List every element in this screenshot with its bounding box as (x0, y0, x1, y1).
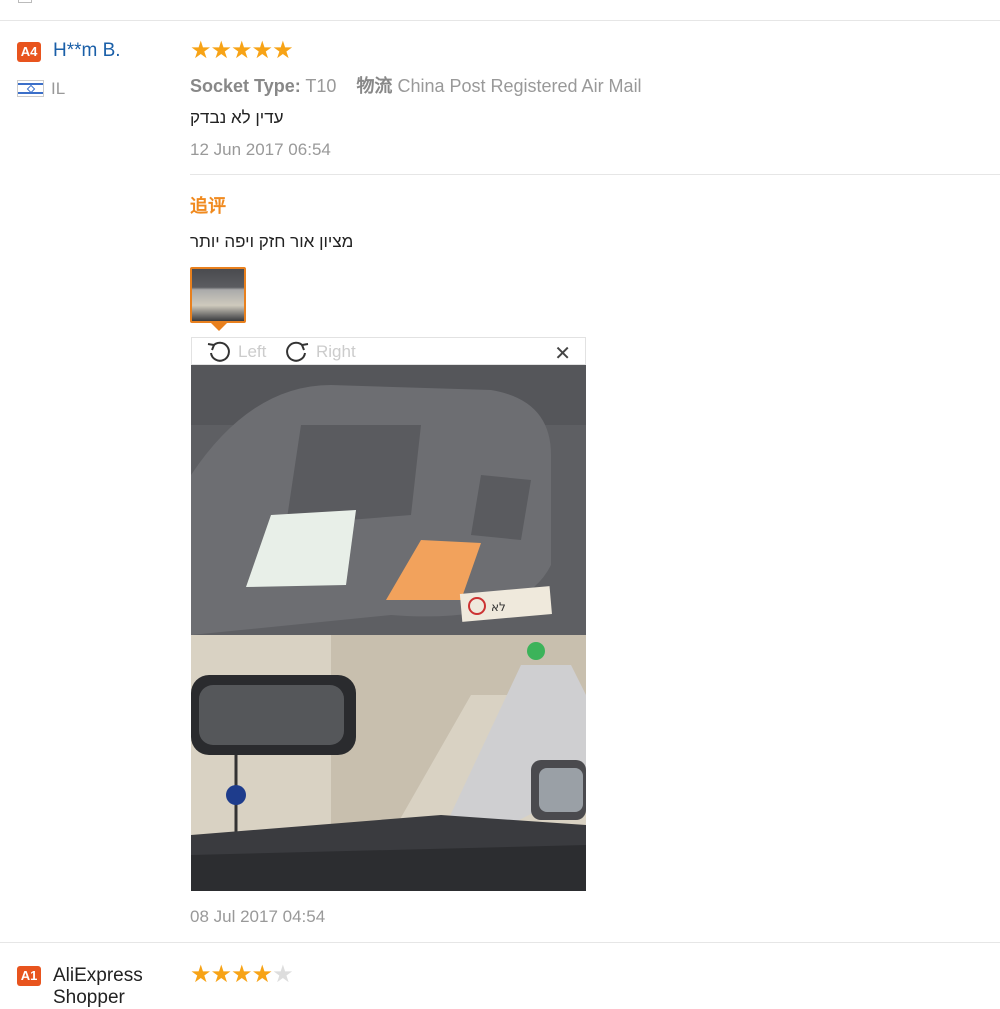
rating-stars: ★★★★★ (190, 37, 294, 64)
rotate-right-icon[interactable] (284, 338, 310, 364)
shipping-label: 物流 (356, 76, 393, 96)
star-icon: ★ (251, 961, 273, 988)
star-icon: ★ (190, 37, 211, 64)
followup-text: מציון אור חזק ויפה יותר (190, 232, 354, 251)
reviewer-country: IL (51, 79, 66, 98)
star-icon: ★ (210, 961, 232, 988)
star-icon: ★ (210, 37, 232, 64)
review-photo-thumbnail[interactable] (190, 267, 246, 323)
star-icon: ★ (231, 961, 252, 988)
divider-top (0, 20, 1000, 21)
israel-flag-icon (17, 80, 44, 97)
order-info: Socket Type: T10 物流 China Post Registere… (190, 72, 642, 98)
buyer-level-badge: A4 (17, 42, 41, 62)
star-icon: ★ (272, 961, 293, 988)
rotate-left-icon[interactable] (206, 338, 232, 364)
reviewer-name[interactable]: H**m B. (53, 40, 121, 62)
image-viewer-toolbar: Left Right ✕ (191, 337, 586, 365)
divider-followup (190, 174, 1000, 175)
socket-type-label: Socket Type: (190, 76, 301, 96)
rotate-left-button[interactable]: Left (238, 342, 266, 362)
previous-review-icon (18, 0, 32, 3)
reviewer-name: AliExpress Shopper (53, 965, 143, 1008)
rating-stars: ★★★★★ (190, 961, 294, 988)
close-icon[interactable]: ✕ (554, 341, 571, 366)
socket-type-value: T10 (305, 76, 337, 96)
review-date: 12 Jun 2017 06:54 (190, 140, 331, 159)
star-icon: ★ (251, 37, 273, 64)
divider-review (0, 942, 1000, 943)
review-photo-large: לא (191, 365, 586, 891)
buyer-level-badge: A1 (17, 966, 41, 986)
star-icon: ★ (272, 37, 293, 64)
sticker-text: לא (491, 600, 506, 614)
star-icon: ★ (231, 37, 252, 64)
followup-date: 08 Jul 2017 04:54 (190, 907, 326, 926)
followup-label: 追评 (190, 196, 226, 216)
thumbnail-pointer (211, 323, 227, 331)
shipping-value: China Post Registered Air Mail (397, 76, 642, 96)
rotate-right-button[interactable]: Right (316, 342, 356, 362)
review-text: עדין לא נבדק (190, 108, 284, 127)
star-icon: ★ (190, 961, 211, 988)
